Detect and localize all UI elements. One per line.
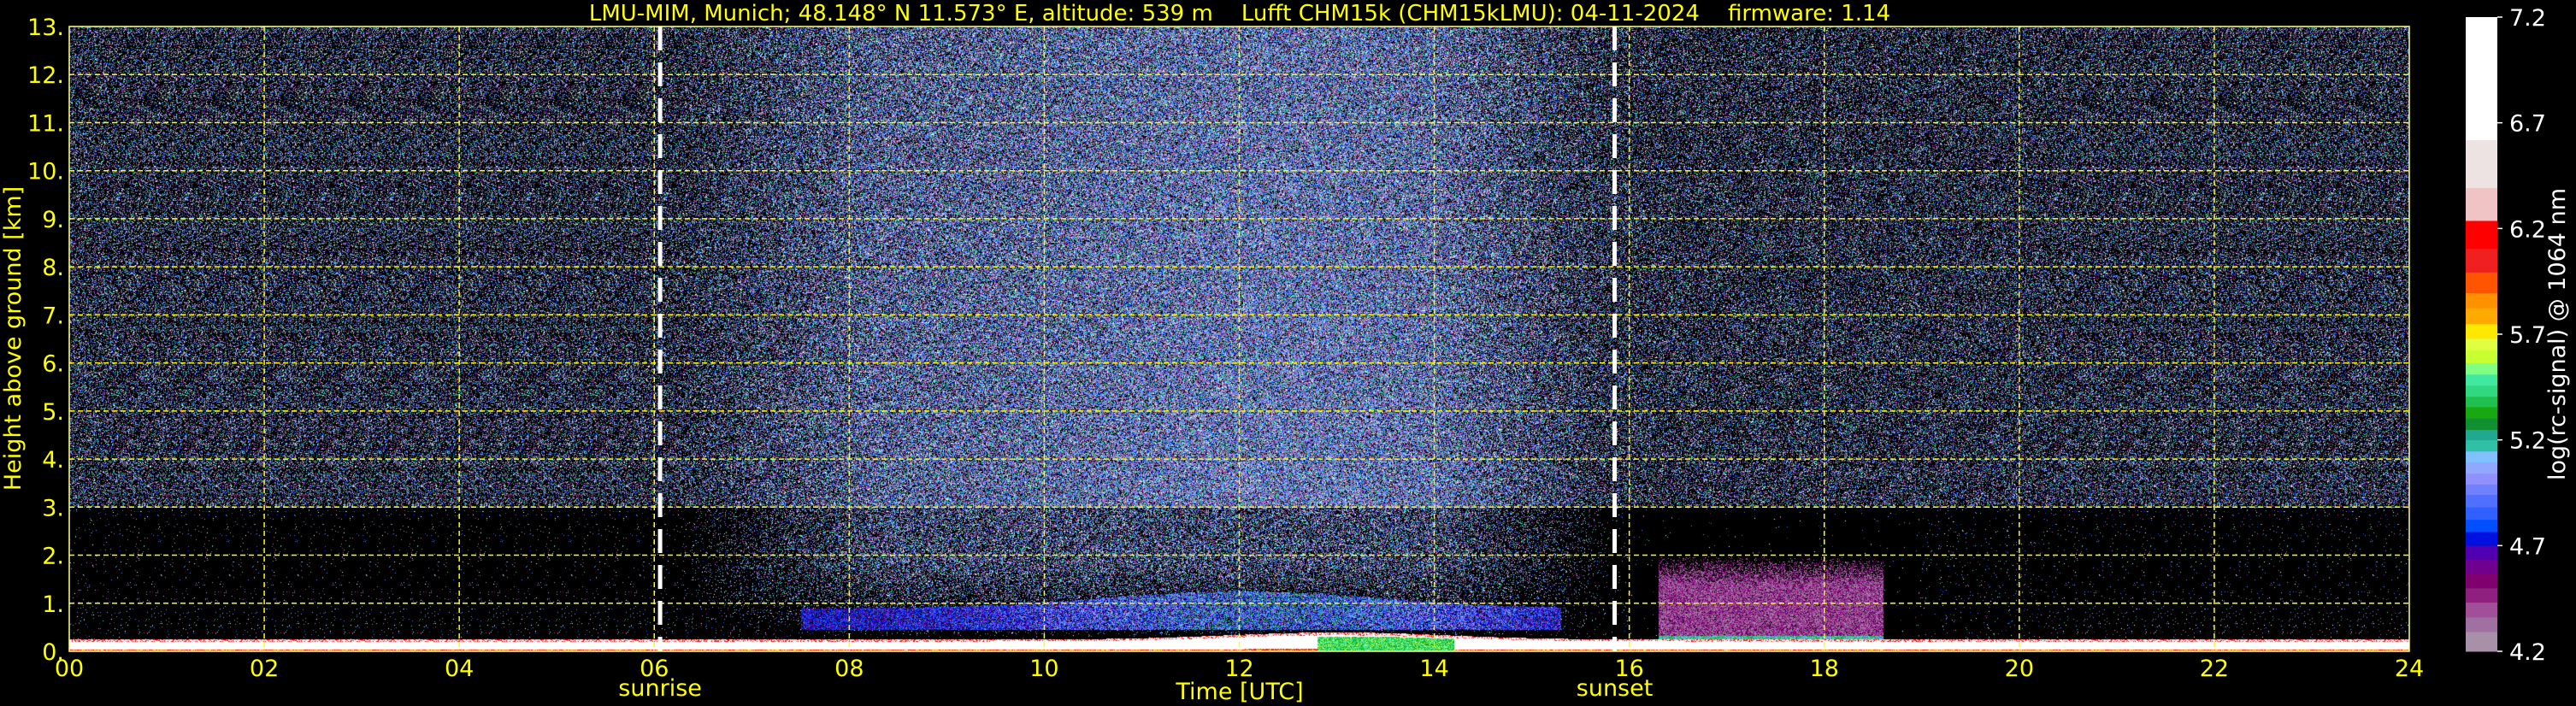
colorbar-tick-label: 7.2 xyxy=(2509,5,2546,32)
colorbar-tick-label: 5.7 xyxy=(2509,322,2546,349)
colorbar-segment xyxy=(2466,545,2497,560)
colorbar-segment xyxy=(2466,338,2497,350)
x-tick-label: 04 xyxy=(445,656,474,682)
y-tick-label: 10. xyxy=(27,159,64,185)
y-tick-label: 13. xyxy=(27,15,64,41)
x-tick-label: 24 xyxy=(2395,656,2424,682)
y-tick-label: 11. xyxy=(27,110,64,137)
colorbar-segment xyxy=(2466,406,2497,419)
colorbar-segment xyxy=(2466,439,2497,452)
colorbar-segment xyxy=(2466,602,2497,618)
colorbar-segment xyxy=(2466,220,2497,250)
y-tick-label: 7. xyxy=(42,303,64,329)
x-tick-label: 14 xyxy=(1419,656,1448,682)
x-axis-label: Time [UTC] xyxy=(1175,679,1303,705)
colorbar-segment xyxy=(2466,418,2497,431)
colorbar-segment xyxy=(2466,507,2497,521)
colorbar-segment xyxy=(2466,374,2497,386)
colorbar-tick-label: 6.2 xyxy=(2509,216,2546,243)
x-tick-label: 18 xyxy=(1810,656,1839,682)
chart-title: LMU-MIM, Munich; 48.148° N 11.573° E, al… xyxy=(589,1,1890,26)
colorbar-segment xyxy=(2466,139,2497,189)
y-axis-label: Height above ground [km] xyxy=(0,186,27,491)
colorbar-tick-label: 5.2 xyxy=(2509,428,2546,455)
colorbar-segment xyxy=(2466,429,2497,441)
chart-overlay: LMU-MIM, Munich; 48.148° N 11.573° E, al… xyxy=(0,1,2571,705)
x-tick-label: 20 xyxy=(2005,656,2034,682)
x-tick-label: 02 xyxy=(250,656,279,682)
x-tick-label: 00 xyxy=(55,656,84,682)
colorbar-segment xyxy=(2466,462,2497,474)
y-tick-label: 1. xyxy=(42,591,64,618)
colorbar-segment xyxy=(2466,187,2497,221)
y-tick-label: 2. xyxy=(42,544,64,570)
colorbar-segment xyxy=(2466,631,2497,652)
colorbar-tick-label: 4.2 xyxy=(2509,639,2546,666)
colorbar-segment xyxy=(2466,248,2497,273)
colorbar-segment xyxy=(2466,385,2497,397)
colorbar-segment xyxy=(2466,573,2497,589)
colorbar-tick-label: 6.7 xyxy=(2509,111,2546,138)
colorbar-tick-label: 4.7 xyxy=(2509,533,2546,560)
colorbar-segment xyxy=(2466,616,2497,632)
colorbar-segment xyxy=(2466,350,2497,363)
x-tick-label: 16 xyxy=(1614,656,1643,682)
colorbar-segment xyxy=(2466,587,2497,603)
y-tick-label: 4. xyxy=(42,447,64,474)
colorbar-segment xyxy=(2466,450,2497,463)
y-tick-label: 9. xyxy=(42,207,64,233)
sun-markers: sunrise sunset xyxy=(618,26,1653,702)
colorbar-label: log(rc-signal) @ 1064 nm xyxy=(2544,188,2571,480)
y-tick-label: 5. xyxy=(42,399,64,426)
y-tick-label: 12. xyxy=(27,62,64,89)
colorbar-segment xyxy=(2466,272,2497,294)
colorbar-segment xyxy=(2466,519,2497,532)
colorbar-segment xyxy=(2466,362,2497,375)
colorbar-segment xyxy=(2466,396,2497,408)
colorbar-segment xyxy=(2466,484,2497,495)
colorbar-segment xyxy=(2466,559,2497,574)
x-tick-label: 22 xyxy=(2200,656,2229,682)
y-axis: 0.1.2.3.4.5.6.7.8.9.10.11.12.13. xyxy=(27,15,64,666)
colorbar-segment xyxy=(2466,308,2497,325)
colorbar-segment xyxy=(2466,17,2497,140)
y-tick-label: 8. xyxy=(42,255,64,281)
y-tick-label: 3. xyxy=(42,495,64,521)
x-tick-label: 06 xyxy=(640,656,669,682)
colorbar-segment xyxy=(2466,494,2497,508)
colorbar-segment xyxy=(2466,323,2497,339)
y-tick-label: 6. xyxy=(42,351,64,378)
colorbar-segment xyxy=(2466,292,2497,309)
x-tick-label: 10 xyxy=(1029,656,1058,682)
grid xyxy=(69,26,2409,651)
colorbar: 4.2 4.7 5.2 5.7 6.2 6.7 7.2 xyxy=(2466,5,2546,666)
x-tick-label: 08 xyxy=(834,656,864,682)
colorbar-segment xyxy=(2466,473,2497,485)
colorbar-segment xyxy=(2466,532,2497,546)
